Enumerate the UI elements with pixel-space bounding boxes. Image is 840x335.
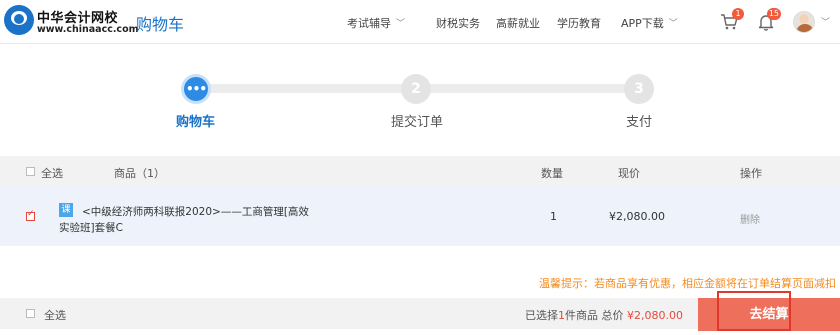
site-logo[interactable]: 中华会计网校 www.chinaacc.com <box>4 5 139 37</box>
step-pay-label: 支付 <box>626 115 653 130</box>
logo-url: www.chinaacc.com <box>37 24 139 35</box>
nav-app-download[interactable]: APP下载 ﹀ <box>621 15 678 31</box>
avatar[interactable] <box>793 11 815 33</box>
discount-tip: 温馨提示：若商品享有优惠，相应金额将在订单结算页面减扣 <box>539 277 836 290</box>
checkout-button[interactable]: 去结算 <box>698 298 840 331</box>
item-price: ¥2,080.00 <box>609 210 665 223</box>
chevron-down-icon: ﹀ <box>668 19 678 29</box>
column-quantity: 数量 <box>541 167 563 180</box>
step-cart-label: 购物车 <box>176 115 216 130</box>
step-submit-label: 提交订单 <box>391 115 444 130</box>
column-action: 操作 <box>740 167 762 180</box>
nav-exam-tutoring[interactable]: 考试辅导 ﹀ <box>347 15 405 31</box>
nav-tax-practice[interactable]: 财税实务 <box>436 15 480 31</box>
step-submit-marker: 2 <box>401 74 431 104</box>
select-all-checkbox[interactable] <box>26 167 35 176</box>
nav-label: 财税实务 <box>436 17 480 30</box>
step-connector <box>210 84 406 93</box>
cart-table-header: 全选 商品（1） 数量 现价 操作 <box>0 156 840 186</box>
footer-select-all-checkbox[interactable] <box>26 309 35 318</box>
chevron-down-icon[interactable]: ﹀ <box>821 15 830 28</box>
select-all-label: 全选 <box>41 167 63 180</box>
notifications-button[interactable]: 15 <box>757 8 781 31</box>
chevron-down-icon: ﹀ <box>396 19 406 29</box>
cart-button[interactable]: 1 <box>720 8 744 31</box>
item-title[interactable]: <中级经济师两科联报2020>——工商管理[高效 <box>82 204 309 219</box>
nav-label: 高薪就业 <box>496 17 540 30</box>
step-cart-marker: ••• <box>181 74 211 104</box>
total-price: ¥2,080.00 <box>627 309 683 322</box>
selected-count: 1 <box>558 309 565 322</box>
course-tag: 课 <box>59 203 73 217</box>
nav-high-salary-jobs[interactable]: 高薪就业 <box>496 15 540 31</box>
selected-suffix: 件商品 总价 <box>565 309 624 322</box>
top-header: 中华会计网校 www.chinaacc.com 购物车 考试辅导 ﹀ 财税实务 高… <box>0 0 840 44</box>
nav-label: APP下载 <box>621 17 664 30</box>
nav-label: 考试辅导 <box>347 17 391 30</box>
item-title-continued[interactable]: 实验班]套餐C <box>59 220 123 235</box>
item-quantity: 1 <box>550 210 557 223</box>
delete-item-button[interactable]: 删除 <box>740 211 760 226</box>
selected-prefix: 已选择 <box>525 309 558 322</box>
step-pay-marker: 3 <box>624 74 654 104</box>
cart-count-badge: 1 <box>732 8 744 20</box>
column-product: 商品（1） <box>114 167 165 180</box>
nav-degree-education[interactable]: 学历教育 <box>557 15 601 31</box>
footer-select-all-label: 全选 <box>44 309 66 322</box>
order-summary: 已选择1件商品 总价 ¥2,080.00 <box>525 307 683 323</box>
item-checkbox[interactable] <box>26 209 35 221</box>
logo-emblem-icon <box>4 5 34 35</box>
column-price: 现价 <box>618 167 640 180</box>
step-connector <box>430 84 626 93</box>
nav-label: 学历教育 <box>557 17 601 30</box>
notification-count-badge: 15 <box>766 8 781 20</box>
table-row: 课 <中级经济师两科联报2020>——工商管理[高效 实验班]套餐C 1 ¥2,… <box>0 186 840 246</box>
page-title: 购物车 <box>136 15 185 34</box>
